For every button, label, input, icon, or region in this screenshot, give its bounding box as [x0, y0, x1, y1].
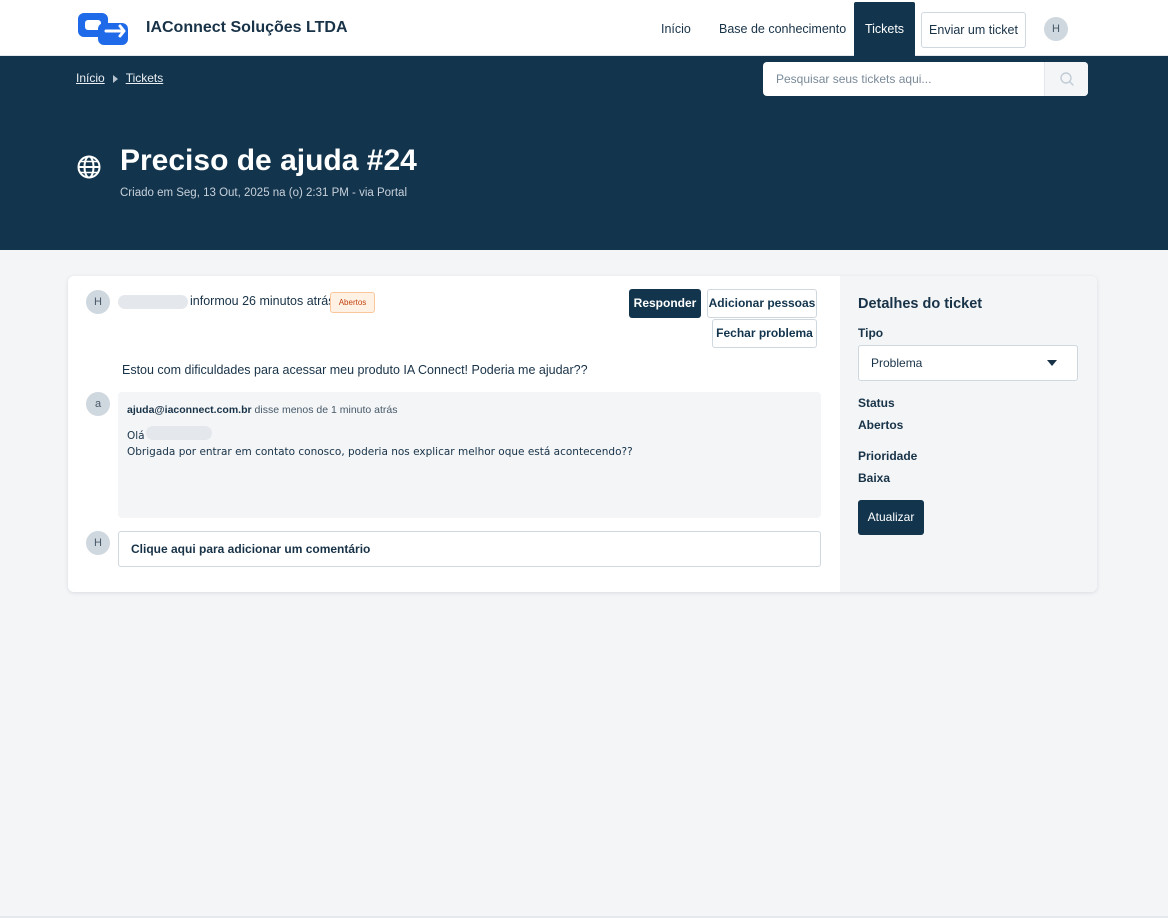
top-nav: IAConnect Soluções LTDA Início Base de c… — [0, 0, 1168, 56]
breadcrumb-separator-icon — [112, 74, 118, 83]
reply-greeting: Olá — [127, 430, 145, 442]
type-selected-value: Problema — [871, 356, 923, 370]
reply-button[interactable]: Responder — [629, 289, 701, 318]
details-title: Detalhes do ticket — [858, 296, 983, 312]
user-avatar[interactable]: H — [1044, 17, 1068, 41]
search-button[interactable] — [1044, 62, 1088, 96]
reply-author: ajuda@iaconnect.com.br — [127, 404, 252, 416]
update-button[interactable]: Atualizar — [858, 500, 924, 535]
reported-time: informou 26 minutos atrás — [190, 294, 335, 308]
priority-value: Baixa — [858, 471, 891, 485]
redacted-author-name — [118, 295, 188, 309]
redacted-customer-name — [146, 426, 212, 440]
reply-time: disse menos de 1 minuto atrás — [254, 404, 398, 416]
nav-link-knowledge-base[interactable]: Base de conhecimento — [719, 22, 846, 36]
breadcrumb-home[interactable]: Início — [76, 71, 105, 85]
type-label: Tipo — [858, 326, 884, 340]
status-value: Abertos — [858, 418, 904, 432]
breadcrumb-tickets[interactable]: Tickets — [126, 71, 164, 85]
ticket-created-info: Criado em Seg, 13 Out, 2025 na (o) 2:31 … — [120, 187, 408, 199]
globe-icon — [77, 155, 101, 179]
reply-header: ajuda@iaconnect.com.br disse menos de 1 … — [127, 404, 398, 416]
type-select[interactable]: Problema — [858, 345, 1078, 381]
status-label: Status — [858, 396, 895, 410]
agent-reply: ajuda@iaconnect.com.br disse menos de 1 … — [118, 392, 821, 518]
commenter-avatar: H — [86, 531, 110, 555]
submit-ticket-button[interactable]: Enviar um ticket — [921, 12, 1026, 48]
ticket-search — [763, 62, 1088, 96]
add-people-button[interactable]: Adicionar pessoas — [707, 289, 817, 318]
close-ticket-button[interactable]: Fechar problema — [712, 319, 817, 348]
page-title: Preciso de ajuda #24 — [120, 144, 417, 177]
breadcrumb: Início Tickets — [76, 71, 163, 85]
ticket-message: Estou com dificuldades para acessar meu … — [122, 363, 588, 377]
ticket-details-panel: Detalhes do ticket Tipo Problema Status … — [840, 276, 1097, 592]
reply-body: Obrigada por entrar em contato conosco, … — [127, 446, 633, 458]
nav-link-tickets[interactable]: Tickets — [854, 2, 915, 56]
author-avatar: H — [86, 290, 110, 314]
ticket-hero: Início Tickets Preciso de ajuda #24 Criad… — [0, 56, 1168, 250]
agent-avatar: a — [86, 392, 110, 416]
caret-down-icon — [1047, 360, 1057, 366]
logo-icon[interactable] — [76, 11, 140, 47]
ticket-card: H informou 26 minutos atrás Abertos Resp… — [68, 276, 1097, 592]
search-input[interactable] — [763, 62, 1043, 96]
nav-link-inicio[interactable]: Início — [661, 22, 691, 36]
priority-label: Prioridade — [858, 449, 918, 463]
brand-name[interactable]: IAConnect Soluções LTDA — [146, 19, 348, 37]
add-comment-field[interactable]: Clique aqui para adicionar um comentário — [118, 531, 821, 567]
status-badge: Abertos — [330, 292, 375, 313]
search-icon — [1060, 72, 1074, 86]
reply-greeting-text: Olá — [127, 430, 145, 442]
